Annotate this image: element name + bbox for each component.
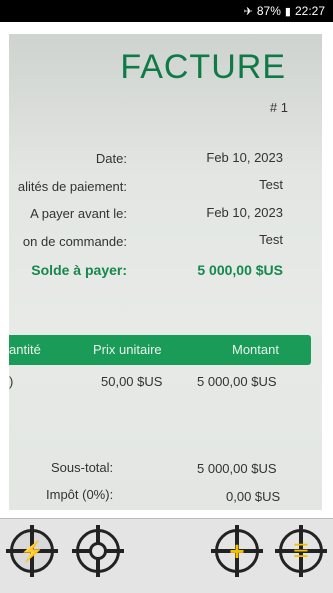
battery-level: 87%: [256, 4, 281, 18]
flash-icon: ⚡: [19, 540, 45, 563]
list-button[interactable]: ☰: [275, 525, 327, 577]
field-value-date: Feb 10, 2023: [206, 150, 283, 165]
col-unit-price: Prix unitaire: [93, 342, 162, 357]
invoice-title: FACTURE: [120, 48, 286, 86]
table-header: antité Prix unitaire Montant: [9, 335, 311, 365]
subtotal-value: 5 000,00 $US: [197, 461, 277, 476]
battery-icon: ▮: [284, 5, 291, 18]
capture-icon: [89, 542, 107, 560]
field-label-due: A payer avant le:: [30, 206, 127, 221]
scanned-document: FACTURE # 1 Date: Feb 10, 2023 alités de…: [9, 34, 322, 510]
field-label-date: Date:: [95, 151, 127, 166]
clock: 22:27: [294, 4, 325, 18]
col-quantity: antité: [9, 342, 41, 357]
airplane-icon: ✈: [243, 5, 253, 18]
camera-preview[interactable]: FACTURE # 1 Date: Feb 10, 2023 alités de…: [0, 22, 333, 518]
row-amount: 5 000,00 $US: [197, 374, 277, 389]
field-label-payment: alités de paiement:: [17, 179, 127, 194]
row-unit-price: 50,00 $US: [101, 374, 163, 389]
row-qty: ): [9, 374, 14, 389]
bottom-toolbar: ⚡ + ☰: [0, 518, 333, 593]
tax-value: 0,00 $US: [226, 489, 281, 504]
invoice-number: # 1: [269, 100, 288, 115]
field-value-order: Test: [259, 232, 283, 247]
add-icon: +: [229, 536, 245, 566]
tax-label: Impôt (0%):: [46, 487, 114, 502]
field-value-payment: Test: [259, 177, 283, 192]
field-value-due: Feb 10, 2023: [206, 205, 283, 220]
capture-button[interactable]: [72, 525, 124, 577]
list-icon: ☰: [292, 541, 310, 561]
status-bar: ✈ 87% ▮ 22:27: [0, 0, 333, 22]
flash-button[interactable]: ⚡: [6, 525, 58, 577]
subtotal-label: Sous-total:: [51, 460, 114, 475]
field-label-order: on de commande:: [22, 234, 127, 249]
balance-label: Solde à payer:: [31, 262, 127, 278]
balance-value: 5 000,00 $US: [197, 262, 283, 278]
col-amount: Montant: [232, 342, 279, 357]
add-button[interactable]: +: [211, 525, 263, 577]
